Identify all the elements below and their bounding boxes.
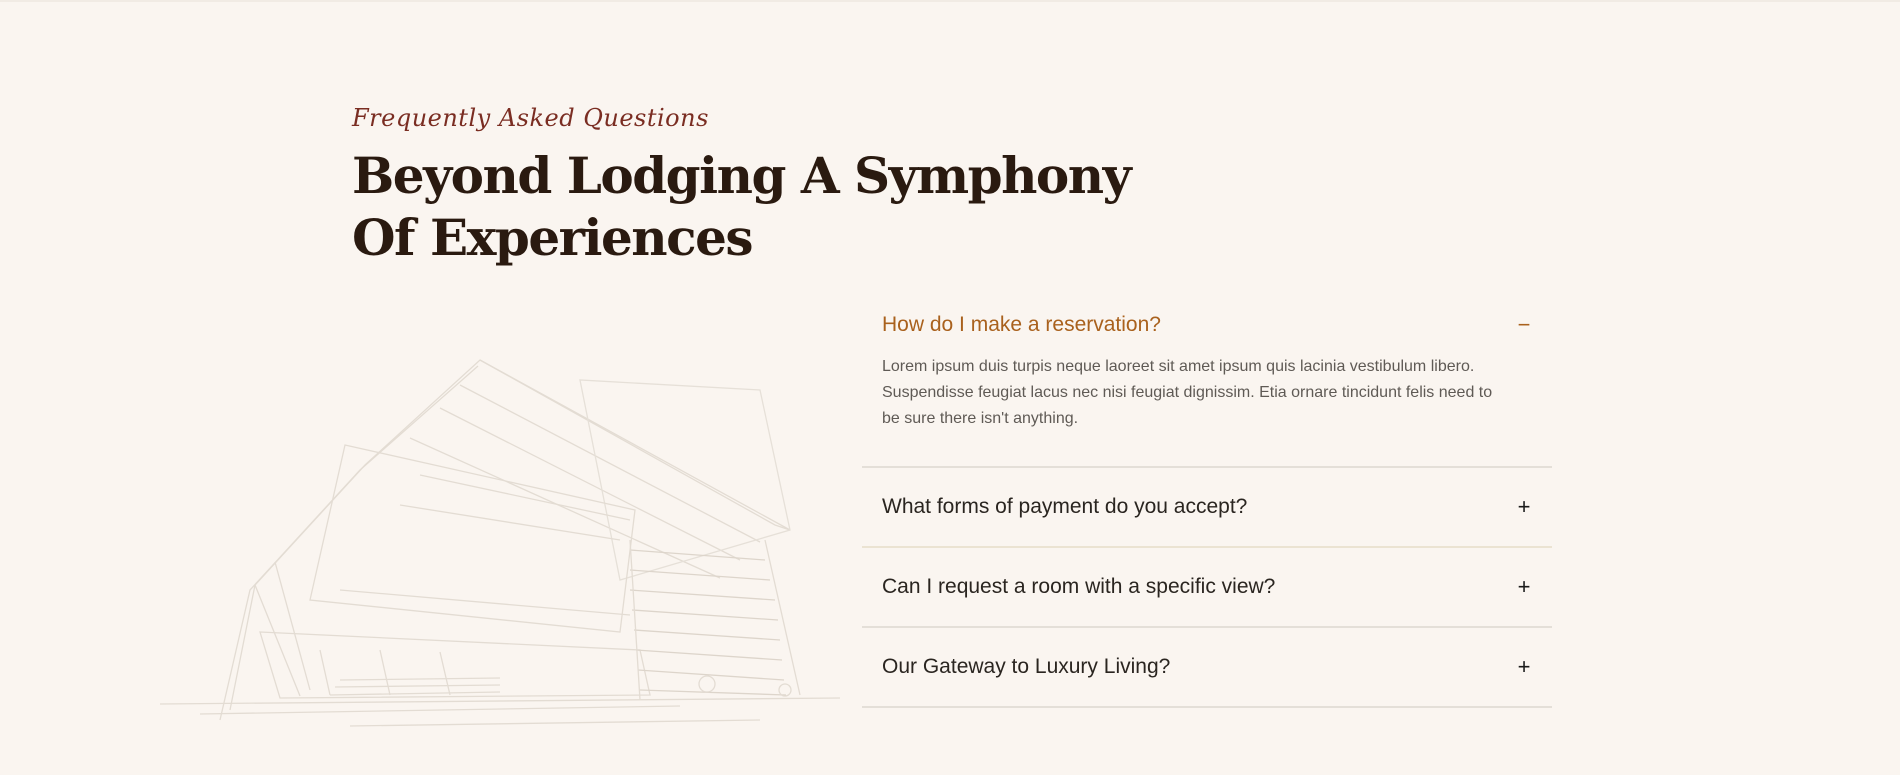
faq-item-reservation: How do I make a reservation? − Lorem ips… (862, 296, 1552, 468)
section-eyebrow: Frequently Asked Questions (352, 104, 709, 132)
plus-icon[interactable]: + (1514, 574, 1534, 600)
plus-icon[interactable]: + (1514, 494, 1534, 520)
top-divider (0, 0, 1900, 2)
heading-line-1: Beyond Lodging A Symphony (352, 146, 1132, 205)
faq-question-room-view[interactable]: Can I request a room with a specific vie… (862, 548, 1552, 626)
building-sketch-icon (160, 359, 841, 727)
heading-line-2: Of Experiences (352, 208, 754, 267)
faq-question-text: How do I make a reservation? (882, 313, 1161, 336)
section-heading: Beyond Lodging A Symphony Of Experiences (352, 145, 1132, 269)
faq-item-luxury-living: Our Gateway to Luxury Living? + (862, 628, 1552, 708)
faq-question-payment[interactable]: What forms of payment do you accept? + (862, 468, 1552, 546)
faq-accordion: How do I make a reservation? − Lorem ips… (862, 296, 1552, 708)
faq-item-payment: What forms of payment do you accept? + (862, 468, 1552, 548)
faq-item-room-view: Can I request a room with a specific vie… (862, 548, 1552, 628)
faq-answer-reservation: Lorem ipsum duis turpis neque laoreet si… (882, 358, 1493, 427)
faq-question-text: Our Gateway to Luxury Living? (882, 655, 1171, 678)
plus-icon[interactable]: + (1514, 654, 1534, 680)
faq-question-text: What forms of payment do you accept? (882, 495, 1248, 518)
faq-question-luxury-living[interactable]: Our Gateway to Luxury Living? + (862, 628, 1552, 706)
faq-question-reservation[interactable]: How do I make a reservation? − (862, 296, 1552, 354)
faq-question-text: Can I request a room with a specific vie… (882, 575, 1276, 598)
minus-icon[interactable]: − (1514, 312, 1534, 338)
